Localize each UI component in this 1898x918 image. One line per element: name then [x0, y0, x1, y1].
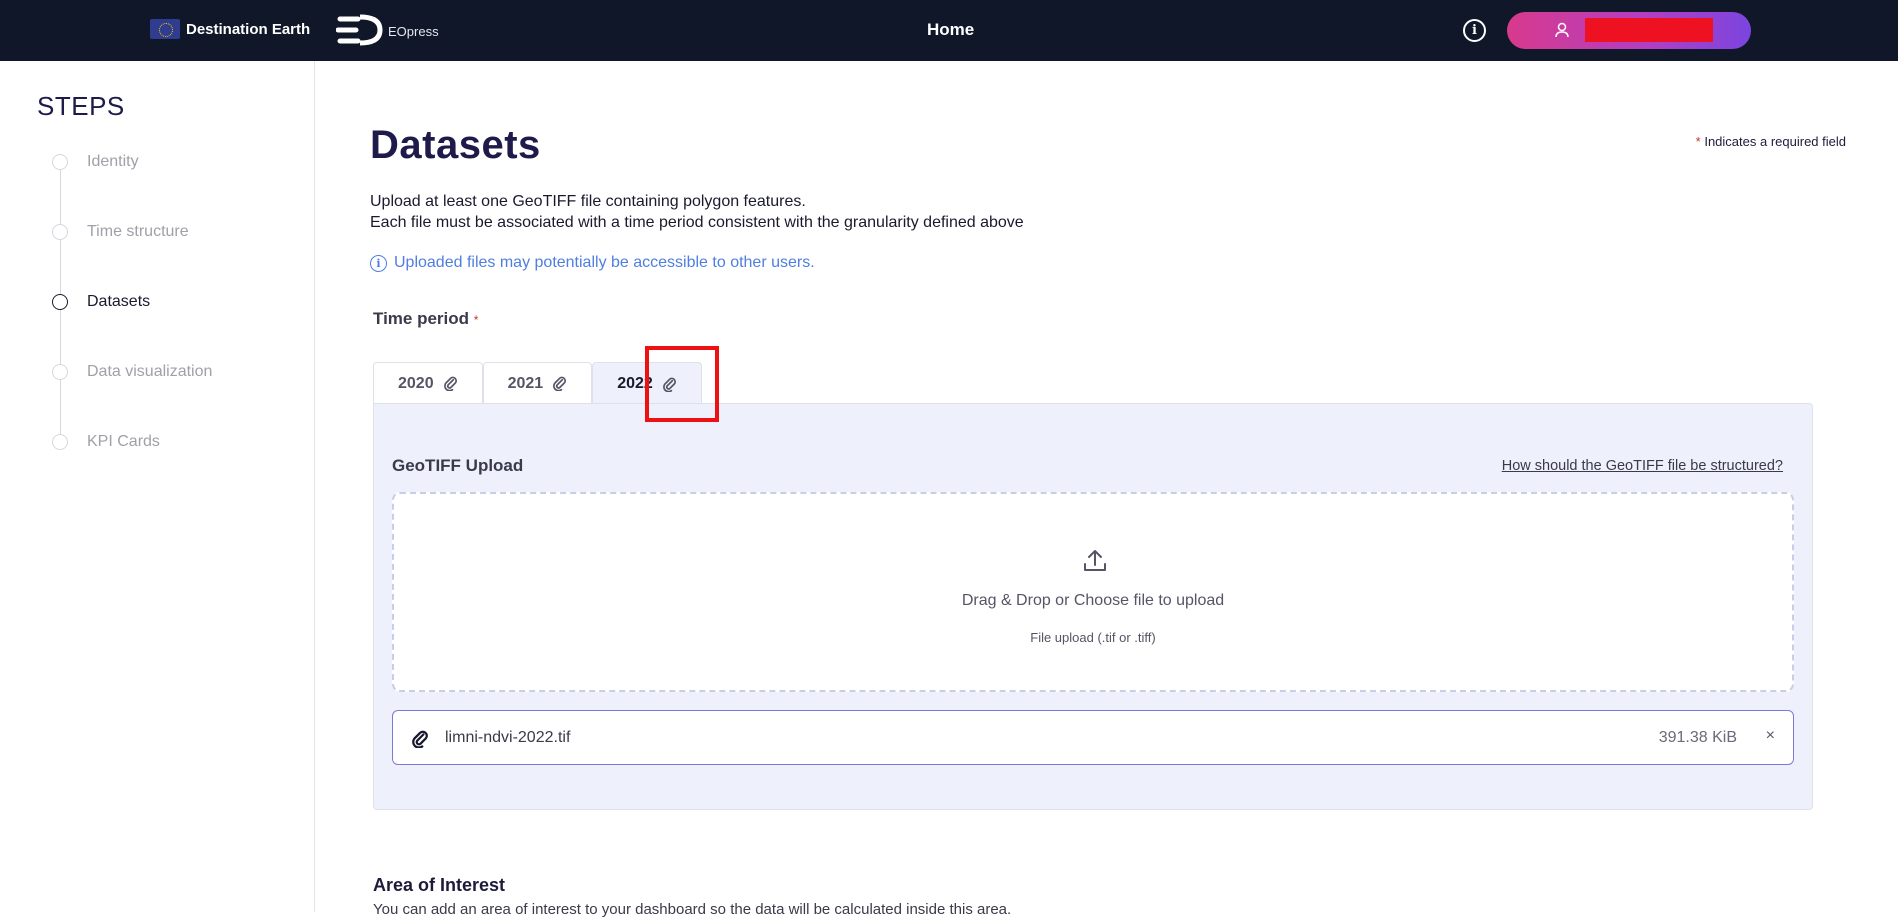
destination-earth-logo[interactable]: Destination Earth [150, 19, 310, 39]
top-navigation-bar: Destination Earth EOpress Home i [0, 0, 1898, 61]
geotiff-structure-help-link[interactable]: How should the GeoTIFF file be structure… [1502, 458, 1783, 474]
required-asterisk: * [473, 313, 479, 327]
tab-label: 2021 [507, 374, 544, 392]
paperclip-icon [443, 376, 457, 391]
required-note-text: Indicates a required field [1704, 134, 1846, 149]
step-datasets[interactable]: Datasets [52, 293, 150, 311]
tab-label: 2022 [617, 375, 653, 392]
uploaded-file-item: limni-ndvi-2022.tif 391.38 KiB × [392, 710, 1794, 765]
description-line-2: Each file must be associated with a time… [370, 214, 1024, 231]
info-circle-icon: i [370, 254, 387, 272]
user-name-redacted [1585, 18, 1713, 42]
destination-earth-label: Destination Earth [186, 20, 311, 38]
step-dot-icon [52, 294, 68, 310]
access-notice: i Uploaded files may potentially be acce… [370, 254, 815, 272]
paperclip-icon [412, 730, 428, 748]
step-dot-icon [52, 224, 68, 240]
tab-2022[interactable]: 2022 [592, 362, 702, 405]
time-period-tabs: 2020 2021 2022 [373, 362, 702, 405]
steps-sidebar: STEPS Identity Time structure Datasets D… [0, 61, 315, 912]
paperclip-icon [553, 376, 567, 391]
upload-icon [1084, 550, 1106, 571]
required-field-note: * Indicates a required field [1696, 134, 1846, 149]
file-dropzone[interactable]: Drag & Drop or Choose file to upload Fil… [392, 492, 1794, 692]
tab-2020[interactable]: 2020 [373, 362, 483, 404]
nav-home-link[interactable]: Home [927, 20, 974, 40]
step-dot-icon [52, 364, 68, 380]
tab-2021[interactable]: 2021 [482, 362, 593, 404]
step-dot-icon [52, 434, 68, 450]
step-time-structure[interactable]: Time structure [52, 223, 189, 241]
eopress-mark-icon [336, 14, 383, 46]
file-name: limni-ndvi-2022.tif [445, 729, 571, 746]
file-size: 391.38 KiB [1658, 729, 1737, 746]
time-period-text: Time period [373, 309, 470, 328]
paperclip-icon [662, 377, 676, 392]
area-of-interest-description: You can add an area of interest to your … [373, 901, 1012, 918]
step-identity[interactable]: Identity [52, 153, 139, 171]
eu-flag-icon [150, 19, 180, 39]
notice-text: Uploaded files may potentially be access… [394, 254, 815, 271]
required-asterisk: * [1695, 134, 1701, 149]
user-menu-button[interactable] [1507, 12, 1751, 49]
step-dot-icon [52, 154, 68, 170]
step-label: Data visualization [87, 363, 213, 380]
tab-label: 2020 [398, 374, 434, 392]
dropzone-subtext: File upload (.tif or .tiff) [1030, 630, 1156, 645]
datasets-description: Upload at least one GeoTIFF file contain… [370, 191, 1024, 233]
eopress-label: EOpress [388, 23, 439, 39]
step-kpi-cards[interactable]: KPI Cards [52, 433, 160, 451]
step-label: Identity [87, 153, 139, 170]
steps-title: STEPS [37, 91, 125, 121]
eopress-logo[interactable]: EOpress [336, 13, 439, 47]
step-label: Datasets [87, 293, 151, 310]
remove-file-button[interactable]: × [1766, 727, 1775, 745]
dropzone-text: Drag & Drop or Choose file to upload [961, 592, 1225, 609]
time-period-label: Time period * [373, 309, 478, 329]
step-data-visualization[interactable]: Data visualization [52, 363, 212, 381]
step-label: Time structure [87, 223, 189, 240]
user-icon [1555, 22, 1569, 38]
step-label: KPI Cards [87, 433, 160, 450]
upload-title: GeoTIFF Upload [392, 456, 524, 475]
page-title: Datasets [370, 123, 541, 167]
area-of-interest-title: Area of Interest [373, 875, 506, 895]
info-icon[interactable]: i [1463, 19, 1486, 42]
description-line-1: Upload at least one GeoTIFF file contain… [370, 193, 806, 210]
geotiff-upload-panel: GeoTIFF Upload How should the GeoTIFF fi… [373, 403, 1813, 810]
